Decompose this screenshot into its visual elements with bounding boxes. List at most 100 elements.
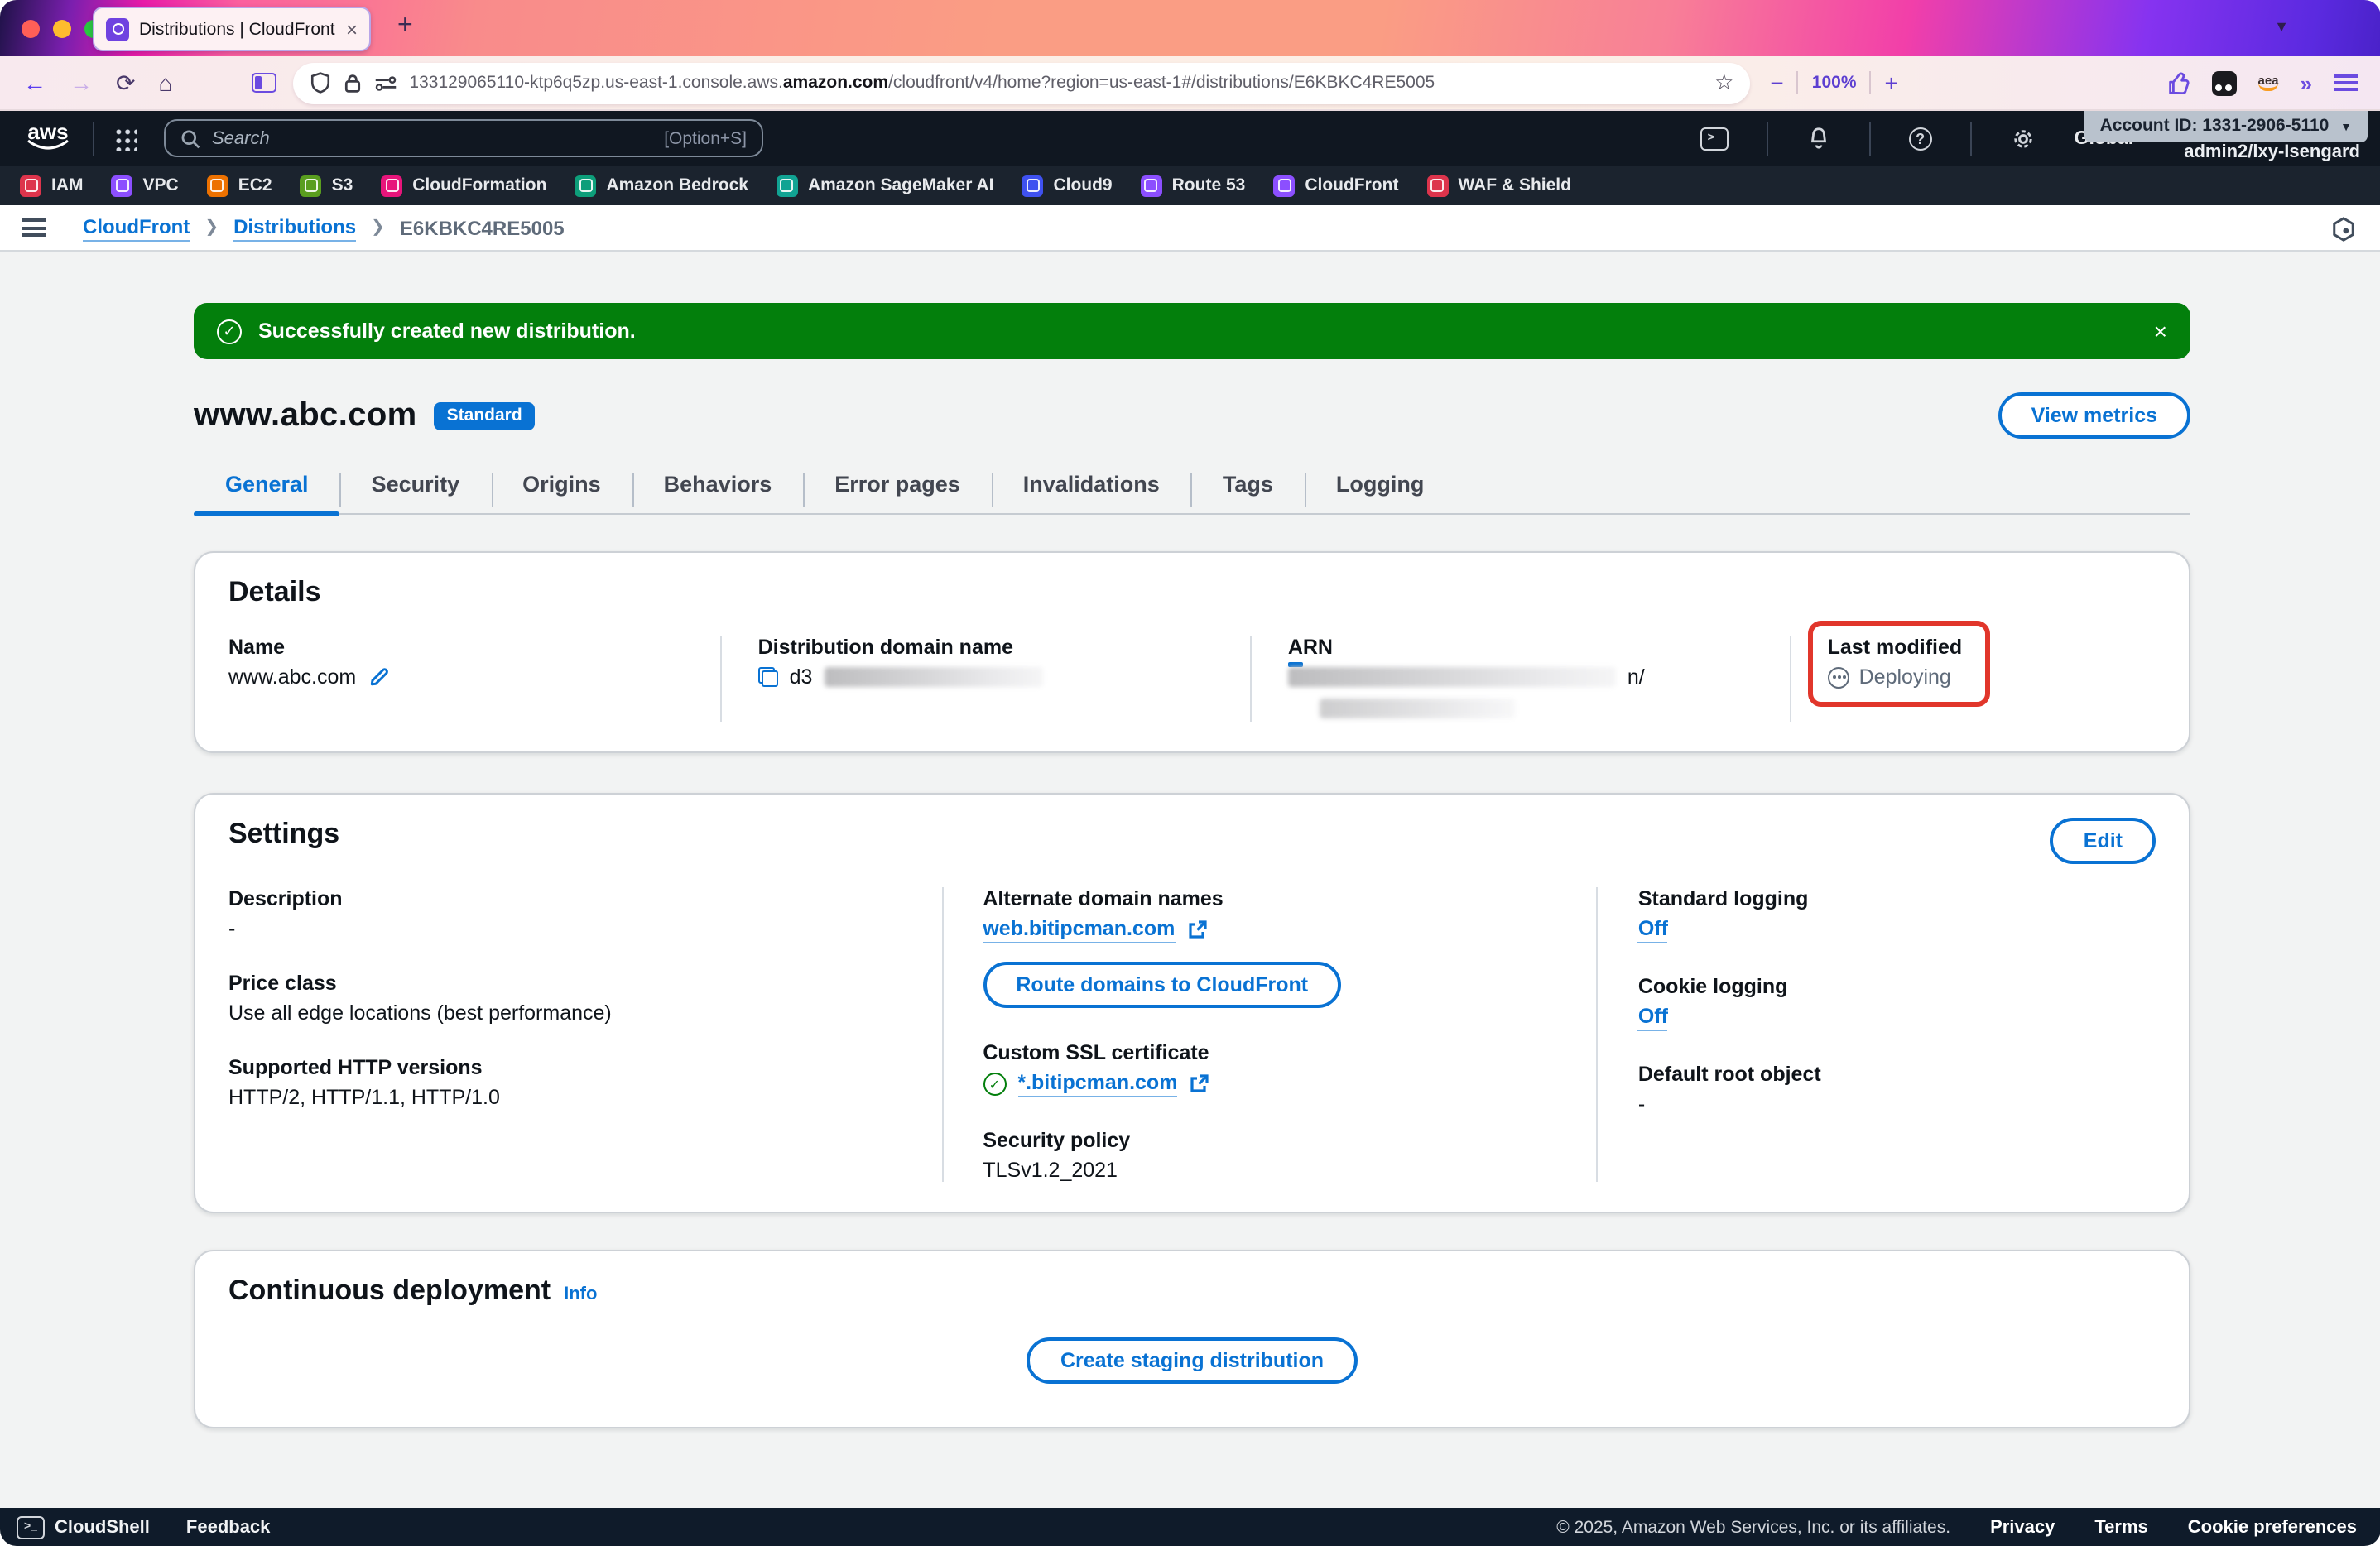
- cloudshell-icon: >_: [17, 1515, 45, 1539]
- search-icon: [180, 128, 200, 148]
- edit-button[interactable]: Edit: [2051, 818, 2156, 864]
- menu-hamburger-icon[interactable]: [2334, 74, 2357, 91]
- details-heading: Details: [228, 576, 2156, 609]
- bedrock-icon: [575, 175, 596, 196]
- cookie-preferences-link[interactable]: Cookie preferences: [2188, 1517, 2357, 1537]
- breadcrumb-cloudfront-link[interactable]: CloudFront: [83, 214, 190, 241]
- notifications-bell-icon[interactable]: [1806, 126, 1831, 151]
- page-title: www.abc.com: [194, 396, 417, 435]
- zoom-in-button[interactable]: +: [1885, 70, 1898, 96]
- help-icon[interactable]: ?: [1909, 127, 1932, 150]
- cloudshell-footer-button[interactable]: >_CloudShell: [17, 1515, 150, 1539]
- bookmark-iam[interactable]: IAM: [20, 175, 84, 196]
- aws-extension-icon[interactable]: aea: [2258, 74, 2279, 92]
- bookmark-vpc[interactable]: VPC: [112, 175, 179, 196]
- tab-behaviors[interactable]: Behaviors: [632, 472, 804, 513]
- bookmark-sagemaker[interactable]: Amazon SageMaker AI: [777, 175, 993, 196]
- tab-error-pages[interactable]: Error pages: [803, 472, 992, 513]
- bookmark-star-icon[interactable]: ☆: [1714, 70, 1733, 96]
- lock-icon[interactable]: [343, 72, 363, 94]
- permissions-icon[interactable]: [374, 74, 397, 92]
- view-metrics-button[interactable]: View metrics: [1998, 392, 2190, 439]
- continuous-deployment-heading: Continuous deployment: [228, 1275, 551, 1308]
- side-nav-hamburger-icon[interactable]: [22, 218, 46, 237]
- feedback-button[interactable]: Feedback: [186, 1517, 271, 1537]
- copyright-text: © 2025, Amazon Web Services, Inc. or its…: [1556, 1517, 1950, 1537]
- tab-tags[interactable]: Tags: [1191, 472, 1305, 513]
- success-check-icon: ✓: [217, 319, 242, 343]
- close-window-button[interactable]: [22, 20, 40, 38]
- distribution-type-badge: Standard: [434, 401, 536, 430]
- back-button[interactable]: ←: [23, 71, 46, 94]
- tab-close-icon[interactable]: ×: [346, 19, 358, 39]
- overflow-chevron-icon[interactable]: »: [2301, 70, 2312, 95]
- account-id-badge[interactable]: Account ID: 1331-2906-5110 ▼: [2085, 111, 2367, 142]
- terms-link[interactable]: Terms: [2094, 1517, 2147, 1537]
- route-domains-button[interactable]: Route domains to CloudFront: [983, 962, 1341, 1008]
- forward-button[interactable]: →: [70, 71, 93, 94]
- address-bar[interactable]: 133129065110-ktp6q5zp.us-east-1.console.…: [293, 62, 1750, 103]
- copy-icon[interactable]: [758, 667, 778, 687]
- extension-icon[interactable]: [2212, 70, 2237, 95]
- bookmark-route53[interactable]: Route 53: [1141, 175, 1246, 196]
- bookmark-cloud9[interactable]: Cloud9: [1022, 175, 1112, 196]
- bookmark-ec2[interactable]: EC2: [207, 175, 272, 196]
- services-grid-icon[interactable]: [114, 127, 137, 150]
- zoom-controls: − 100% +: [1770, 70, 1897, 96]
- tab-logging[interactable]: Logging: [1305, 472, 1455, 513]
- console-search-input[interactable]: Search [Option+S]: [164, 119, 763, 157]
- url-text: 133129065110-ktp6q5zp.us-east-1.console.…: [409, 73, 1703, 93]
- description-field: Description -: [228, 887, 911, 940]
- window-controls: [22, 20, 103, 38]
- tab-security[interactable]: Security: [340, 472, 492, 513]
- edit-pencil-icon[interactable]: [368, 665, 391, 689]
- aws-logo[interactable]: aws: [23, 124, 73, 153]
- details-arn-field: ARN n/: [1250, 636, 1790, 722]
- extension-area: aea »: [2166, 70, 2358, 95]
- waf-shield-icon: [1426, 175, 1448, 196]
- tab-invalidations[interactable]: Invalidations: [992, 472, 1191, 513]
- details-card: Details Name www.abc.com Distribution do…: [194, 551, 2190, 753]
- new-tab-button[interactable]: +: [397, 12, 413, 41]
- browser-titlebar: Distributions | CloudFront | Glob × + ▼: [0, 0, 2380, 56]
- user-name[interactable]: admin2/lxy-Isengard: [2184, 142, 2360, 162]
- bookmark-s3[interactable]: S3: [301, 175, 353, 196]
- extension-icon[interactable]: [2166, 70, 2190, 95]
- cookie-logging-link[interactable]: Off: [1638, 1005, 1668, 1031]
- bookmark-cloudformation[interactable]: CloudFormation: [381, 175, 546, 196]
- privacy-link[interactable]: Privacy: [1990, 1517, 2055, 1537]
- settings-gear-icon[interactable]: [2010, 125, 2036, 151]
- account-caret-icon: ▼: [2340, 122, 2352, 134]
- zoom-out-button[interactable]: −: [1770, 70, 1783, 96]
- aws-console-nav: aws Search [Option+S] >_ ? Global ▼ Acco…: [0, 111, 2380, 166]
- info-link[interactable]: Info: [564, 1284, 597, 1304]
- standard-logging-link[interactable]: Off: [1638, 917, 1668, 943]
- flashbar-close-icon[interactable]: ×: [2154, 318, 2167, 344]
- browser-tab[interactable]: Distributions | CloudFront | Glob ×: [93, 7, 371, 51]
- breadcrumb-distributions-link[interactable]: Distributions: [233, 214, 356, 241]
- minimize-window-button[interactable]: [53, 20, 71, 38]
- bookmark-bedrock[interactable]: Amazon Bedrock: [575, 175, 748, 196]
- domain-prefix: d3: [790, 665, 813, 689]
- arn-suffix: n/: [1628, 665, 1645, 689]
- create-staging-distribution-button[interactable]: Create staging distribution: [1027, 1337, 1357, 1384]
- price-class-field: Price class Use all edge locations (best…: [228, 972, 911, 1025]
- shield-icon[interactable]: [310, 71, 331, 94]
- settings-card: Settings Edit Description - Price class …: [194, 793, 2190, 1213]
- tab-list-chevron-icon[interactable]: ▼: [2274, 18, 2289, 35]
- tab-origins[interactable]: Origins: [491, 472, 632, 513]
- bookmark-waf[interactable]: WAF & Shield: [1426, 175, 1571, 196]
- cloudshell-icon[interactable]: >_: [1700, 127, 1729, 150]
- sidebar-toggle-icon[interactable]: [252, 73, 276, 93]
- tab-title: Distributions | CloudFront | Glob: [139, 19, 336, 39]
- tab-general[interactable]: General: [194, 472, 340, 513]
- bookmark-cloudfront[interactable]: CloudFront: [1273, 175, 1398, 196]
- ssl-certificate-link[interactable]: *.bitipcman.com: [1017, 1071, 1177, 1097]
- alt-domain-link[interactable]: web.bitipcman.com: [983, 917, 1175, 943]
- flashbar-message: Successfully created new distribution.: [258, 319, 2137, 343]
- reload-button[interactable]: ⟳: [116, 71, 135, 94]
- page-content: ✓ Successfully created new distribution.…: [0, 252, 2380, 1508]
- zoom-level[interactable]: 100%: [1812, 73, 1857, 93]
- home-button[interactable]: ⌂: [158, 71, 172, 94]
- hexagon-icon[interactable]: [2330, 217, 2355, 242]
